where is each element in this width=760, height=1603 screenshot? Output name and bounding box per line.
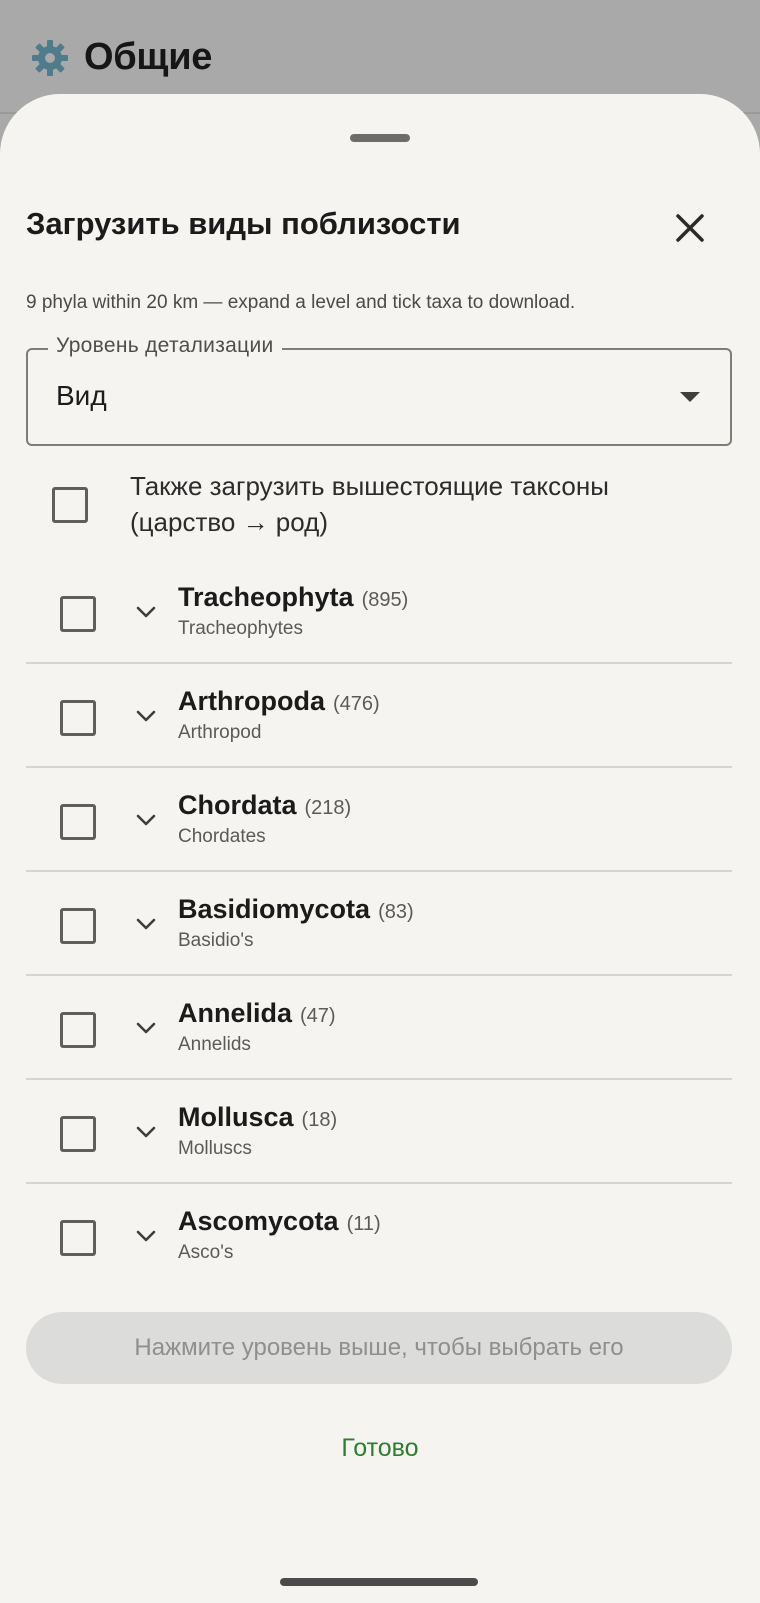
taxon-common-name: Annelids <box>178 1034 251 1055</box>
taxon-row-chordata[interactable]: Chordata (218) Chordates <box>26 768 732 872</box>
sheet-subtitle: 9 phyla within 20 km — expand a level an… <box>26 292 576 313</box>
background-page-title: Общие <box>84 36 213 78</box>
taxon-count: (476) <box>332 693 380 715</box>
taxon-common-name: Basidio's <box>178 930 254 951</box>
taxon-row-arthropoda[interactable]: Arthropoda (476) Arthropod <box>26 664 732 768</box>
chevron-down-icon[interactable] <box>134 808 158 832</box>
taxon-common-name: Arthropod <box>178 722 262 743</box>
taxon-row-ascomycota[interactable]: Ascomycota (11) Asco's <box>26 1184 732 1288</box>
taxon-row-annelida[interactable]: Annelida (47) Annelids <box>26 976 732 1080</box>
taxon-name: Chordata <box>178 790 297 820</box>
taxon-title: Annelida (47) <box>178 998 336 1029</box>
taxon-checkbox[interactable] <box>60 908 96 944</box>
taxon-count: (11) <box>346 1213 381 1235</box>
taxon-checkbox[interactable] <box>60 1220 96 1256</box>
taxon-count: (18) <box>301 1109 338 1131</box>
detail-level-label: Уровень детализации <box>48 334 282 358</box>
home-indicator[interactable] <box>280 1578 478 1586</box>
dropdown-arrow-icon <box>680 392 700 402</box>
detail-level-value: Вид <box>56 380 107 411</box>
taxon-checkbox[interactable] <box>60 1116 96 1152</box>
taxon-title: Mollusca (18) <box>178 1102 337 1133</box>
taxon-row-tracheophyta[interactable]: Tracheophyta (895) Tracheophytes <box>26 560 732 664</box>
taxon-common-name: Tracheophytes <box>178 618 303 639</box>
detail-level-dropdown[interactable]: Уровень детализации Вид <box>26 334 732 446</box>
chevron-down-icon[interactable] <box>134 1224 158 1248</box>
taxon-row-mollusca[interactable]: Mollusca (18) Molluscs <box>26 1080 732 1184</box>
taxon-title: Ascomycota (11) <box>178 1206 381 1237</box>
also-download-label: Также загрузить вышестоящие таксоны (цар… <box>130 471 609 537</box>
taxon-name: Arthropoda <box>178 686 325 716</box>
taxon-checkbox[interactable] <box>60 804 96 840</box>
chevron-down-icon[interactable] <box>134 1016 158 1040</box>
taxon-name: Tracheophyta <box>178 582 354 612</box>
background-title-row: Общие <box>30 36 212 79</box>
taxon-title: Basidiomycota (83) <box>178 894 414 925</box>
taxon-title: Tracheophyta (895) <box>178 582 408 613</box>
close-button[interactable] <box>668 206 712 250</box>
done-button[interactable]: Готово <box>0 1434 760 1463</box>
taxon-common-name: Chordates <box>178 826 266 847</box>
taxon-checkbox[interactable] <box>60 1012 96 1048</box>
taxa-list: Tracheophyta (895) Tracheophytes Arthropo… <box>26 560 732 1288</box>
sheet-title: Загрузить виды поблизости <box>26 206 461 241</box>
taxon-name: Basidiomycota <box>178 894 371 924</box>
taxon-common-name: Asco's <box>178 1242 234 1263</box>
taxon-count: (218) <box>304 797 352 819</box>
taxon-checkbox[interactable] <box>60 700 96 736</box>
chevron-down-icon[interactable] <box>134 1120 158 1144</box>
chevron-down-icon[interactable] <box>134 600 158 624</box>
taxon-title: Arthropoda (476) <box>178 686 380 717</box>
also-download-checkbox[interactable] <box>52 487 88 523</box>
taxon-count: (83) <box>378 901 414 923</box>
taxon-name: Mollusca <box>178 1102 294 1132</box>
download-species-sheet: Загрузить виды поблизости 9 phyla within… <box>0 94 760 1603</box>
taxon-count: (47) <box>300 1005 336 1027</box>
gear-icon <box>30 38 70 78</box>
chevron-down-icon[interactable] <box>134 704 158 728</box>
taxon-common-name: Molluscs <box>178 1138 252 1159</box>
taxon-row-basidiomycota[interactable]: Basidiomycota (83) Basidio's <box>26 872 732 976</box>
taxon-count: (895) <box>361 589 409 611</box>
also-download-higher-taxa-row[interactable]: Также загрузить вышестоящие таксоны (цар… <box>26 464 732 544</box>
taxon-name: Ascomycota <box>178 1206 339 1236</box>
drag-handle[interactable] <box>350 134 410 142</box>
taxon-checkbox[interactable] <box>60 596 96 632</box>
taxon-name: Annelida <box>178 998 293 1028</box>
taxon-title: Chordata (218) <box>178 790 351 821</box>
select-level-button[interactable]: Нажмите уровень выше, чтобы выбрать его <box>26 1312 732 1384</box>
close-icon <box>676 214 704 242</box>
chevron-down-icon[interactable] <box>134 912 158 936</box>
